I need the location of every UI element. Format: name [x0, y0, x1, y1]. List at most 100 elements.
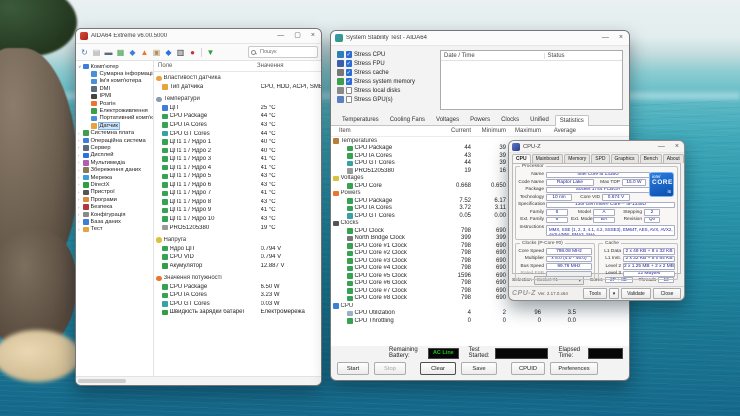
flame-icon[interactable]: ▲ — [139, 47, 150, 58]
sensor-row[interactable]: PRO5120538019 °C — [154, 223, 321, 232]
tab-unified[interactable]: Unified — [525, 114, 554, 125]
close-icon[interactable]: × — [617, 33, 625, 43]
cpuz-tab-cpu[interactable]: CPU — [512, 154, 531, 163]
sensor-row[interactable]: CPU Package6.50 W — [154, 283, 321, 292]
report-icon[interactable]: ▤ — [91, 47, 102, 58]
minimize-icon[interactable]: — — [656, 142, 667, 152]
stress-option[interactable]: ✓Stress FPU — [337, 59, 434, 68]
sensor-row[interactable]: ЦП1 1 / Ядро 543 °C — [154, 172, 321, 181]
stress-option[interactable]: ✓Stress system memory — [337, 77, 434, 86]
column-value[interactable]: Значення — [257, 63, 321, 69]
panel-icon[interactable]: ▥ — [175, 47, 186, 58]
sidebar-item[interactable]: ›Дисплей — [76, 152, 153, 159]
maximize-icon[interactable]: ▢ — [292, 31, 303, 41]
stats-row[interactable]: CPU Utilization42963.5 — [331, 310, 629, 318]
tab-clocks[interactable]: Clocks — [496, 114, 524, 125]
checkbox[interactable] — [346, 96, 353, 103]
sensor-row[interactable]: Швидкість зарядки батареїЕлектромережа — [154, 308, 321, 317]
sidebar-item[interactable]: ›Мережа — [76, 174, 153, 181]
sidebar-item[interactable]: ›Безпека — [76, 203, 153, 210]
download-icon[interactable]: ▼ — [205, 47, 216, 58]
stress-option[interactable]: Stress local disks — [337, 86, 434, 95]
start-button[interactable]: Start — [337, 362, 369, 375]
sidebar-item[interactable]: IPMI — [76, 93, 153, 100]
sidebar-item[interactable]: ›Програми — [76, 196, 153, 203]
sidebar-item[interactable]: DMI — [76, 85, 153, 92]
sensor-row[interactable]: ЦП1 1 / Ядро 941 °C — [154, 206, 321, 215]
log-column-datetime[interactable]: Date / Time — [441, 53, 545, 59]
tab-cooling-fans[interactable]: Cooling Fans — [385, 114, 430, 125]
tools-button[interactable]: Tools — [583, 288, 607, 299]
tab-powers[interactable]: Powers — [465, 114, 495, 125]
minimize-icon[interactable]: — — [275, 31, 286, 41]
sidebar-item[interactable]: ›База даних — [76, 218, 153, 225]
sidebar-item[interactable]: ›Операційна система — [76, 137, 153, 144]
sensor-row[interactable]: CPU GT Cores0.03 W — [154, 300, 321, 309]
sensor-row[interactable]: CPU IA Cores43 °C — [154, 121, 321, 130]
close-button[interactable]: Close — [653, 288, 681, 299]
sidebar-item[interactable]: ›Конфігурація — [76, 211, 153, 218]
sensor-row[interactable]: ЦП1 1 / Ядро 643 °C — [154, 181, 321, 190]
stats-column-header[interactable]: Current — [439, 128, 474, 134]
sidebar-item[interactable]: Датчик — [76, 122, 153, 129]
checkbox[interactable] — [346, 87, 353, 94]
sidebar-item[interactable]: ›DirectX — [76, 181, 153, 188]
checkbox[interactable]: ✓ — [346, 51, 353, 58]
sensor-row[interactable]: ЦП1 1 / Ядро 240 °C — [154, 146, 321, 155]
copy-icon[interactable]: ▣ — [151, 47, 162, 58]
sidebar-item[interactable]: ›Системна плата — [76, 130, 153, 137]
sensor-row[interactable]: Ядро ЦП0.794 V — [154, 244, 321, 253]
wizard-icon[interactable]: ◆ — [163, 47, 174, 58]
stats-column-header[interactable]: Minimum — [474, 128, 509, 134]
minimize-icon[interactable]: — — [600, 33, 611, 43]
sidebar-item[interactable]: Сумарна інформація — [76, 70, 153, 77]
scrollbar-thumb[interactable] — [78, 379, 126, 383]
sidebar-item[interactable]: ∨Комп'ютер — [76, 63, 153, 70]
sensor-row[interactable]: CPU VID0.794 V — [154, 253, 321, 262]
sensor-row[interactable]: Тип датчикаCPU, HDD, ACPI, SMB — [154, 83, 321, 92]
column-field[interactable]: Поле — [154, 63, 257, 69]
cpuz-tab-graphics[interactable]: Graphics — [611, 154, 639, 163]
sensor-row[interactable]: ЦП25 °C — [154, 104, 321, 113]
board-icon[interactable]: ▬ — [103, 47, 114, 58]
log-column-status[interactable]: Status — [545, 53, 622, 59]
sensor-row[interactable]: ЦП1 1 / Ядро 441 °C — [154, 163, 321, 172]
preferences-button[interactable]: Preferences — [550, 362, 598, 375]
sidebar-item[interactable]: ›Збереження даних — [76, 166, 153, 173]
tab-temperatures[interactable]: Temperatures — [337, 114, 384, 125]
sidebar-item[interactable]: ›Тест — [76, 226, 153, 233]
stress-option[interactable]: ✓Stress CPU — [337, 50, 434, 59]
cpuz-tab-memory[interactable]: Memory — [564, 154, 590, 163]
stress-option[interactable]: Stress GPU(s) — [337, 95, 434, 104]
search-box[interactable] — [248, 46, 318, 58]
sensor-row[interactable]: CPU GT Cores44 °C — [154, 129, 321, 138]
sidebar-item[interactable]: Електроживлення — [76, 107, 153, 114]
sensor-row[interactable]: Акумулятор12.887 V — [154, 261, 321, 270]
cpuz-tab-bench[interactable]: Bench — [640, 154, 662, 163]
stopwatch-icon[interactable]: ● — [187, 47, 198, 58]
sensor-row[interactable]: CPU IA Cores3.23 W — [154, 291, 321, 300]
search-input[interactable] — [258, 48, 315, 56]
refresh-icon[interactable]: ↻ — [79, 47, 90, 58]
clear-button[interactable]: Clear — [420, 362, 456, 375]
folders-icon[interactable]: ◆ — [127, 47, 138, 58]
stats-row[interactable]: CPU Throttling0000.0 — [331, 317, 629, 325]
tab-voltages[interactable]: Voltages — [431, 114, 464, 125]
cpuid-button[interactable]: CPUID — [511, 362, 545, 375]
stats-column-header[interactable]: Item — [331, 128, 439, 134]
sidebar-item[interactable]: ›Мультимедіа — [76, 159, 153, 166]
sidebar-item[interactable]: Портативний комп'ют — [76, 115, 153, 122]
validate-button[interactable]: Validate — [621, 288, 651, 299]
tools-dropdown-icon[interactable]: ▾ — [609, 288, 619, 299]
stress-option[interactable]: ✓Stress cache — [337, 68, 434, 77]
sensor-row[interactable]: ЦП1 1 / Ядро 1043 °C — [154, 215, 321, 224]
stats-column-header[interactable]: Maximum — [509, 128, 544, 134]
sensor-row[interactable]: ЦП1 1 / Ядро 741 °C — [154, 189, 321, 198]
sidebar-item[interactable]: Ім'я комп'ютера — [76, 78, 153, 85]
close-icon[interactable]: × — [309, 31, 317, 41]
sensor-row[interactable]: ЦП1 1 / Ядро 341 °C — [154, 155, 321, 164]
cpuz-tab-mainboard[interactable]: Mainboard — [532, 154, 564, 163]
memory-icon[interactable]: ▦ — [115, 47, 126, 58]
sidebar-item[interactable]: ›Сервер — [76, 144, 153, 151]
sensor-row[interactable]: ЦП1 1 / Ядро 843 °C — [154, 198, 321, 207]
